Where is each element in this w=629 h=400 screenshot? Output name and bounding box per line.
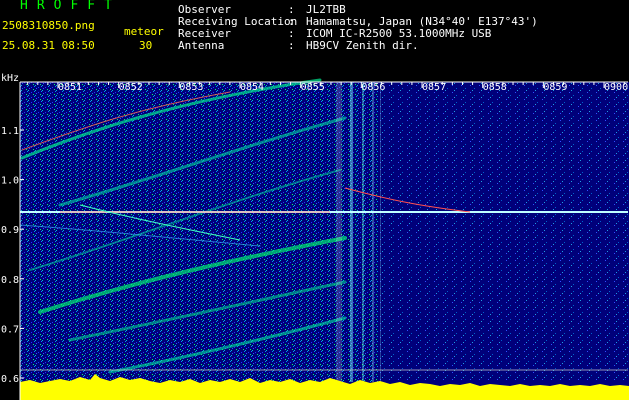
app-title: HROFFT [20, 0, 121, 13]
y-tick-label: 1.0 [1, 176, 19, 187]
band [336, 82, 342, 382]
antenna-colon: : [288, 39, 295, 52]
header-panel: HROFFT 2508310850.png 25.08.31 08:50 met… [0, 0, 629, 70]
noise-area-sparse [378, 82, 629, 382]
band [362, 82, 364, 382]
meteor-label: meteor [124, 25, 164, 38]
date-time: 25.08.31 08:50 [2, 39, 95, 52]
y-tick-label: 0.6 [1, 374, 19, 385]
band [380, 82, 381, 382]
antenna-value: HB9CV Zenith dir. [306, 39, 419, 52]
file-name: 2508310850.png [2, 19, 95, 32]
y-tick-label: 1.1 [1, 126, 19, 137]
meteor-count: 30 [139, 39, 153, 52]
band [372, 82, 374, 382]
y-tick-label: 0.7 [1, 324, 19, 335]
antenna-label: Antenna [178, 39, 225, 52]
y-tick-label: 0.9 [1, 225, 19, 236]
y-tick-label: 0.8 [1, 275, 19, 286]
y-unit-label: kHz [1, 73, 19, 84]
band [350, 82, 353, 382]
spectrogram: kHz1.11.00.90.80.70.60851 0852 0853 0854 085… [1, 73, 629, 400]
